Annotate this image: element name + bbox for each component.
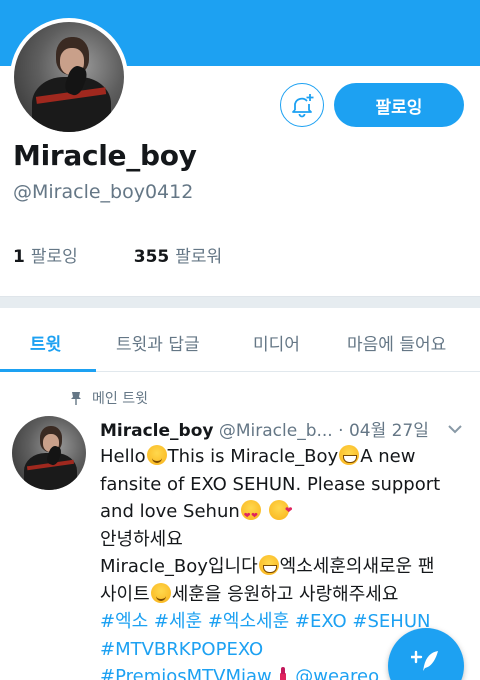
tweet-text-segment: 엑소세훈의새로운 팬 (279, 556, 435, 577)
notifications-bell-button[interactable] (280, 83, 324, 127)
profile-stats: 1 팔로잉 355 팔로워 (13, 242, 222, 267)
bell-plus-icon (292, 94, 314, 118)
grin-emoji-icon (339, 445, 360, 465)
grin-emoji-icon (258, 555, 279, 575)
compose-feather-icon (411, 650, 438, 671)
profile-handle: @Miracle_boy0412 (13, 181, 194, 203)
mention-link[interactable]: @weareo (295, 666, 379, 680)
following-label: 팔로잉 (30, 247, 78, 267)
tweet-text-segment: 세훈을 응원하고 사랑해주세요 (171, 583, 399, 605)
tweet-text-segment: and love Sehun (100, 501, 240, 522)
tweet-date[interactable]: 04월 27일 (349, 421, 429, 441)
chevron-down-icon (448, 425, 462, 434)
pinned-tweet-indicator: 메인 트윗 (70, 388, 148, 408)
pin-icon (71, 392, 81, 405)
profile-display-name: Miracle_boy (13, 139, 197, 172)
tab-likes[interactable]: 마음에 들어요 (347, 330, 446, 355)
tweet-avatar-photo (12, 416, 86, 490)
tweet-text-segment: Hello (100, 446, 146, 467)
following-count-link[interactable]: 1 팔로잉 (13, 242, 78, 267)
tweet-separator: · (338, 421, 344, 441)
profile-tabs: 트윗 트윗과 답글 미디어 마음에 들어요 (0, 308, 480, 372)
tweet-author-handle: @Miracle_b... (218, 421, 333, 441)
followers-count: 355 (133, 247, 170, 267)
following-count: 1 (13, 247, 25, 267)
tweet-text-line: fansite of EXO SEHUN. Please support (100, 473, 441, 495)
kiss-emoji-icon (268, 498, 293, 526)
section-divider (0, 296, 480, 308)
tweet-header: Miracle_boy @Miracle_b... · 04월 27일 (100, 416, 440, 441)
tweet-menu-caret[interactable] (446, 420, 464, 439)
tweet-text-segment: 사이트 (100, 583, 150, 605)
active-tab-indicator (0, 369, 96, 372)
tweet-text-line: 안녕하세요 (100, 528, 183, 550)
tweet-text-segment: This is Miracle_Boy (167, 446, 339, 467)
blush-emoji-icon (150, 582, 171, 603)
tweet-text-segment: Miracle_Boy입니다 (100, 556, 258, 577)
profile-avatar[interactable] (10, 18, 128, 136)
tab-tweets[interactable]: 트윗 (30, 330, 61, 355)
heart-eyes-emoji-icon (240, 500, 261, 530)
blush-emoji-icon (146, 445, 167, 465)
pinned-label: 메인 트윗 (92, 391, 148, 407)
avatar-photo (14, 22, 124, 132)
lipstick-emoji-icon (278, 665, 288, 680)
tweet-text-segment: A new (360, 446, 416, 467)
followers-count-link[interactable]: 355 팔로워 (134, 242, 222, 267)
tab-media[interactable]: 미디어 (253, 330, 300, 355)
tweet-avatar[interactable] (12, 416, 86, 490)
hashtag-link[interactable]: #PremiosMTVMiaw (100, 666, 272, 680)
hashtag-line[interactable]: #엑소 #세훈 #엑소세훈 #EXO #SEHUN (100, 608, 460, 636)
tab-tweets-and-replies[interactable]: 트윗과 답글 (116, 330, 200, 355)
followers-label: 팔로워 (175, 247, 223, 267)
following-button[interactable]: 팔로잉 (334, 83, 464, 127)
tweet-author-name[interactable]: Miracle_boy (100, 421, 213, 441)
